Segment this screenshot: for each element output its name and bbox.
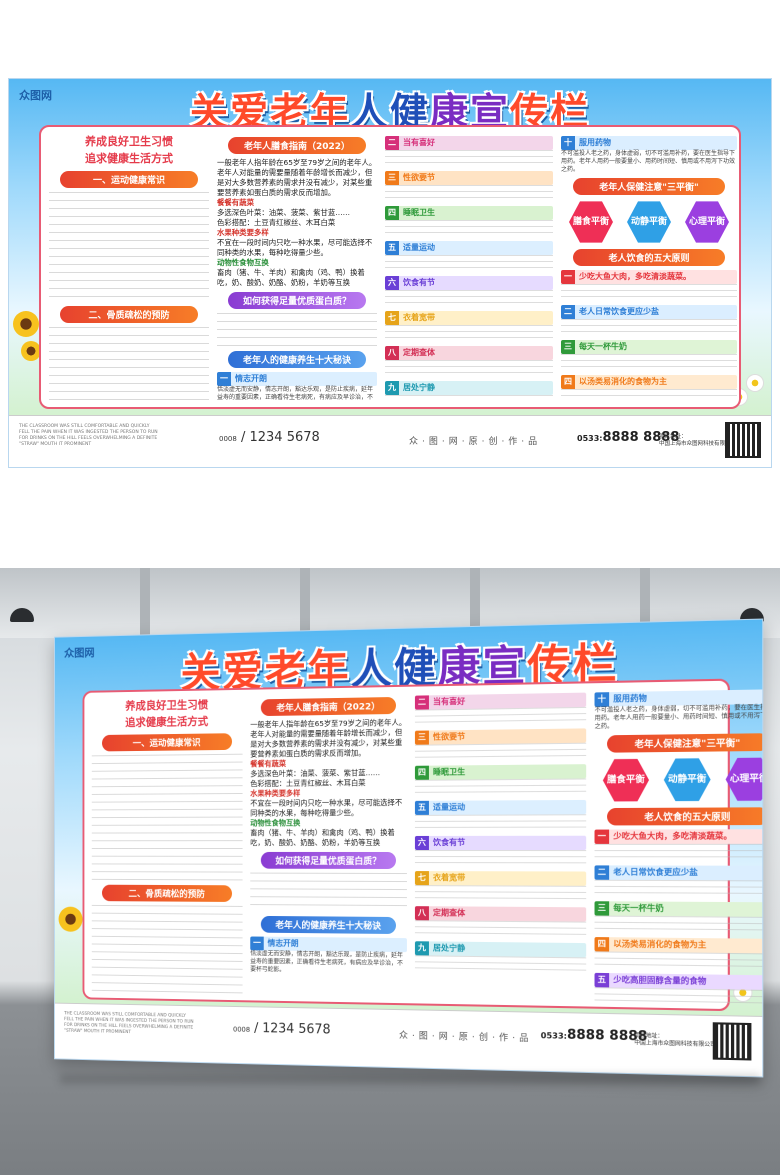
hex-diet: 膳食平衡: [569, 200, 613, 244]
ten-tips-title: 老年人的健康养生十大秘诀: [228, 351, 366, 368]
placeholder-text-block: [561, 319, 737, 337]
column-hygiene: 养成良好卫生习惯 追求健康生活方式 一、运动健康常识 二、骨质疏松的预防: [49, 133, 209, 401]
numbered-row: 六饮食有节: [385, 276, 553, 290]
mockup-scene: 众图网 关爱老年人健康宣传栏 养成良好卫生习惯 追求健康生活方式 一、运动健康常…: [0, 568, 780, 1175]
poster-mockup: 众图网 关爱老年人健康宣传栏 养成良好卫生习惯 追求健康生活方式 一、运动健康常…: [54, 619, 763, 1078]
placeholder-text-block: [595, 880, 764, 899]
numbered-row: 一少吃大鱼大肉，多吃清淡蔬菜。: [595, 829, 764, 844]
sunflower-icon: [59, 907, 83, 932]
sunflower-icon: [13, 311, 39, 337]
placeholder-text-block: [415, 885, 586, 904]
slogan: 众·图·网·原·创·作·品: [409, 434, 541, 447]
content-board: 养成良好卫生习惯 追求健康生活方式 一、运动健康常识 二、骨质疏松的预防 老年人…: [39, 125, 741, 409]
placeholder-text-block: [49, 192, 209, 302]
poster-flat: 众图网 关爱老年人健康宣传栏 养成良好卫生习惯 追求健康生活方式 一、运动健康常…: [8, 78, 772, 468]
daisy-icon: [747, 375, 763, 391]
numbered-row: 一少吃大鱼大肉，多吃清淡蔬菜。: [561, 270, 737, 284]
placeholder-text-block: [561, 389, 737, 401]
hex-activity: 动静平衡: [627, 200, 671, 244]
food-line1: 多选深色叶菜：油菜、菠菜、紫甘蓝……: [217, 208, 377, 218]
placeholder-text-block: [415, 814, 586, 833]
numbered-row: 五适量运动: [415, 800, 586, 815]
placeholder-text-block: [415, 707, 586, 728]
placeholder-text-block: [385, 185, 553, 203]
tip-row: 十 服用药物: [561, 136, 737, 150]
placeholder-text-block: [385, 325, 553, 343]
numbered-row: 七衣着宽带: [385, 311, 553, 325]
numbered-row: 二老人日常饮食更应少盐: [595, 865, 764, 880]
numbered-row: 九居处宁静: [385, 381, 553, 395]
numbered-row: 八定期查体: [415, 906, 586, 921]
placeholder-text-block: [385, 220, 553, 238]
phone-left: 0008 / 1234 5678: [219, 430, 320, 445]
placeholder-text-block: [561, 284, 737, 302]
numbered-row: 二老人日常饮食更应少盐: [561, 305, 737, 319]
qr-code-icon: [725, 422, 761, 458]
food-head: 餐餐有蔬菜: [217, 198, 377, 208]
food-line2: 色彩搭配：土豆青红椒丝、木耳白菜: [217, 218, 377, 228]
content-board-mockup: 养成良好卫生习惯 追求健康生活方式 一、运动健康常识 二、骨质疏松的预防 老年人…: [83, 679, 730, 1012]
placeholder-text-block: [595, 844, 764, 863]
column-balance: 十 服用药物 不可滥投人老之药，身体虚弱，切不可滥用补药，要在医生指导下用药。老…: [561, 133, 737, 401]
balance-hexes: 膳食平衡 动静平衡 心理平衡: [569, 200, 729, 244]
heading-line2: 追求健康生活方式: [49, 150, 209, 167]
section-osteoporosis: 二、骨质疏松的预防: [60, 306, 198, 323]
hex-mind: 心理平衡: [685, 200, 729, 244]
numbered-row: 四睡眠卫生: [385, 206, 553, 220]
placeholder-text-block: [595, 916, 764, 936]
rules-list: 一少吃大鱼大肉，多吃清淡蔬菜。二老人日常饮食更应少盐三每天一杯牛奶四以汤类易消化…: [561, 270, 737, 401]
placeholder-text-block: [415, 920, 586, 940]
placeholder-text-block: [415, 778, 586, 797]
numbered-row: 三每天一杯牛奶: [561, 340, 737, 354]
placeholder-text-block: [385, 290, 553, 308]
placeholder-text-block: [217, 313, 377, 347]
english-blurb: THE CLASSROOM WAS STILL COMFORTABLE AND …: [19, 424, 159, 448]
numbered-row: 二当有喜好: [385, 136, 553, 150]
column-diet-guide: 老年人膳食指南（2022） 一般老年人指年龄在65岁至79岁之间的老年人。老年人…: [217, 133, 377, 401]
placeholder-text-block: [415, 743, 586, 763]
placeholder-text-block: [385, 360, 553, 378]
placeholder-text-block: [415, 955, 586, 976]
diet-principles-title: 老人饮食的五大原则: [573, 249, 724, 266]
placeholder-text-block: [49, 327, 209, 401]
numbered-row: 三性欲要节: [385, 171, 553, 185]
numbered-row: 五适量运动: [385, 241, 553, 255]
placeholder-text-block: [595, 987, 764, 1004]
placeholder-text-block: [561, 354, 737, 372]
placeholder-text-block: [595, 951, 764, 972]
numbered-row: 六饮食有节: [415, 836, 586, 850]
guide-title: 老年人膳食指南（2022）: [228, 137, 366, 154]
heading-line1: 养成良好卫生习惯: [49, 133, 209, 150]
tips-list: 二当有喜好三性欲要节四睡眠卫生五适量运动六饮食有节七衣着宽带八定期查体九居处宁静: [385, 136, 553, 401]
footer: THE CLASSROOM WAS STILL COMFORTABLE AND …: [9, 415, 771, 467]
qr-code-icon: [713, 1022, 752, 1060]
placeholder-text-block: [385, 395, 553, 401]
sunflower-icon: [21, 341, 41, 361]
guide-intro: 一般老年人指年龄在65岁至79岁之间的老年人。老年人对能量的需要量随着年龄增长而…: [217, 158, 377, 198]
tip-row: 一 情志开朗: [217, 372, 377, 386]
fruit-text: 不宜在一段时间内只吃一种水果，尽可能选择不同种类的水果，每种吃得量少些。: [217, 238, 377, 258]
numbered-row: 七衣着宽带: [415, 871, 586, 886]
fruit-head: 水果种类要多样: [217, 228, 377, 238]
protein-head: 动物性食物互换: [217, 258, 377, 268]
tip10-text: 不可滥投人老之药，身体虚弱，切不可滥用补药，要在医生指导下用药。老年人用药一般要…: [561, 150, 737, 174]
placeholder-text-block: [385, 255, 553, 273]
protein-question: 如何获得足量优质蛋白质？: [228, 292, 366, 309]
section-exercise: 一、运动健康常识: [60, 171, 198, 188]
placeholder-text-block: [415, 850, 586, 868]
numbered-row: 四睡眠卫生: [415, 764, 586, 780]
column-tips: 二当有喜好三性欲要节四睡眠卫生五适量运动六饮食有节七衣着宽带八定期查体九居处宁静: [385, 133, 553, 401]
numbered-row: 八定期查体: [385, 346, 553, 360]
protein-text: 畜肉（猪、牛、羊肉）和禽肉（鸡、鸭）换着吃，奶、酸奶、奶酪、奶粉，羊奶等互换: [217, 268, 377, 288]
numbered-row: 三每天一杯牛奶: [595, 901, 764, 917]
placeholder-text-block: [385, 150, 553, 168]
balance-title: 老年人保健注意"三平衡": [573, 178, 724, 195]
numbered-row: 四以汤类易消化的食物为主: [561, 375, 737, 389]
tip1-text: 恬淡虚无而安静，情志开朗，豁达乐观，是防止疾病，延年益寿的重要因素，正确看待生老…: [217, 386, 377, 401]
